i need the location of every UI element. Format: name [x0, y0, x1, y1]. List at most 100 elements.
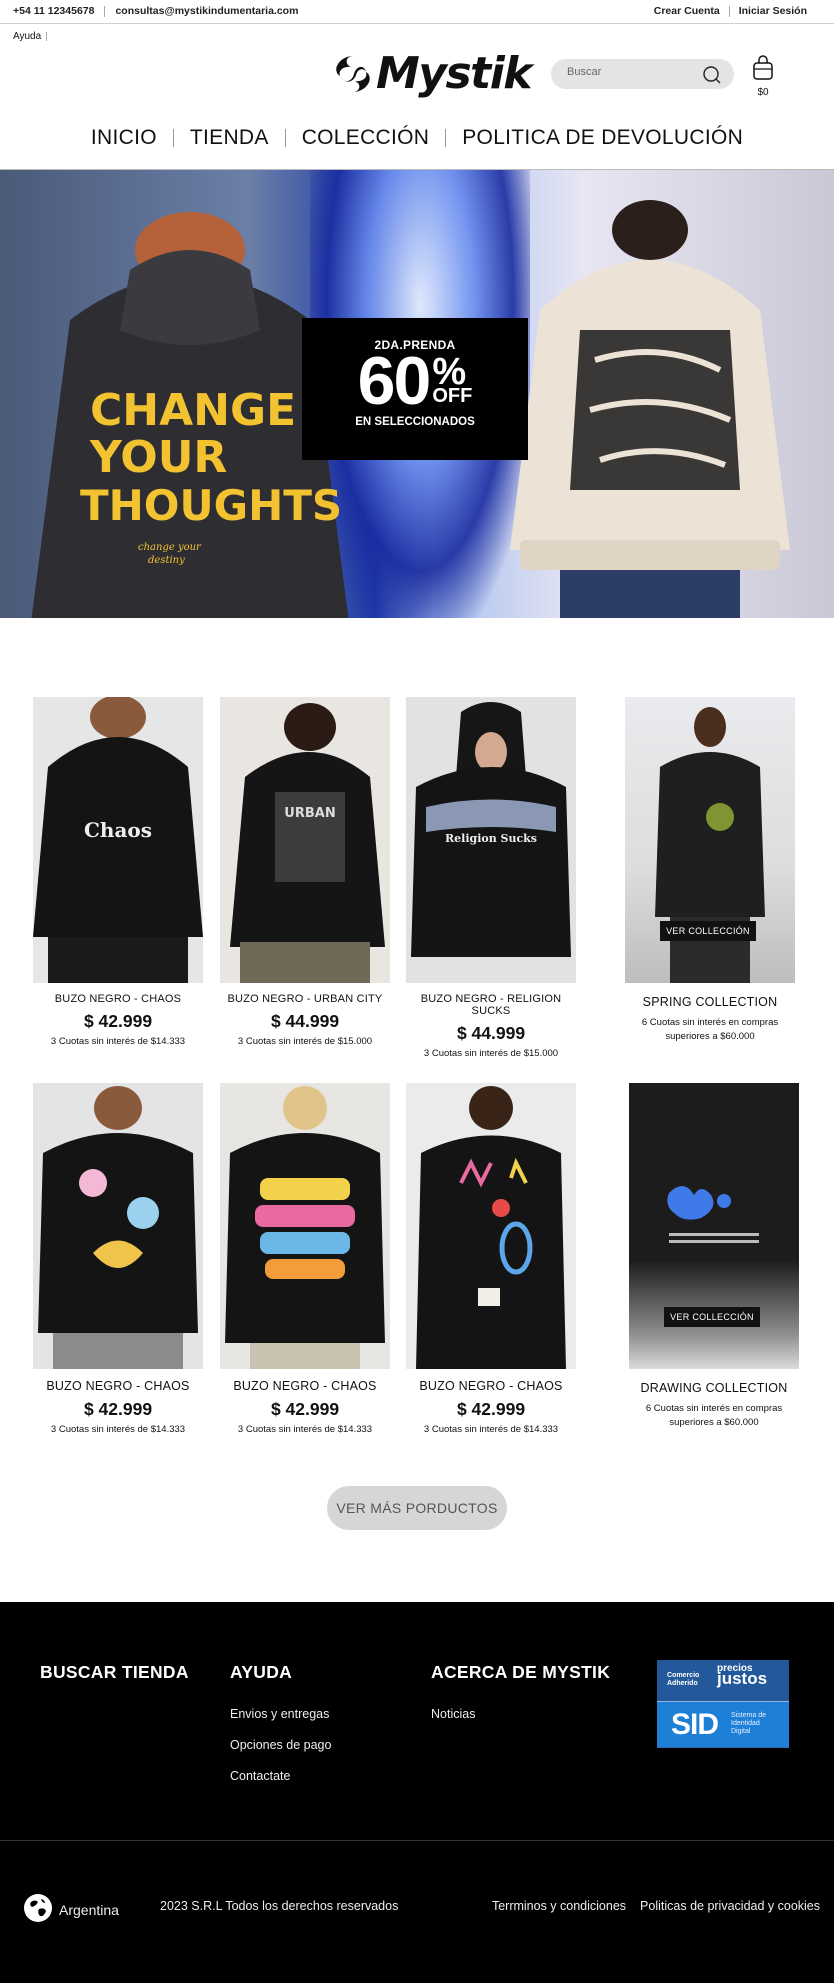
precios-justos-sid-badge[interactable]: Comercio Adherido precios justos SID Siste…	[657, 1660, 789, 1748]
footer-link-noticias[interactable]: Noticias	[431, 1707, 610, 1721]
collection-card[interactable]: VER COLLECCIÓN DRAWING COLLECTION 6 Cuot…	[629, 1083, 799, 1430]
hoodie-print-line1: CHANGE	[90, 385, 296, 436]
top-bar: +54 11 12345678 consultas@mystikindument…	[0, 0, 834, 24]
product-name[interactable]: BUZO NEGRO - CHAOS	[406, 1379, 576, 1393]
product-price: $ 44.999	[456, 1023, 526, 1043]
hoodie-print-sub2: destiny	[148, 555, 185, 566]
footer-link-envios[interactable]: Envios y entregas	[230, 1707, 331, 1721]
collection-image[interactable]: VER COLLECCIÓN	[625, 697, 795, 983]
footer-col-help: AYUDA Envios y entregas Opciones de pago…	[230, 1662, 331, 1800]
product-card[interactable]: URBAN BUZO NEGRO - URBAN CITY $ 44.999 3…	[220, 697, 390, 1047]
badge-comercio: Comercio	[667, 1672, 700, 1679]
nav-inicio[interactable]: INICIO	[75, 126, 173, 150]
phone-link[interactable]: +54 11 12345678	[13, 5, 94, 17]
promo-off: OFF	[432, 385, 473, 407]
collection-installments: 6 Cuotas sin interés en compras superior…	[641, 1017, 779, 1042]
logo-text: Mystik	[376, 48, 533, 99]
product-image[interactable]	[220, 1083, 390, 1369]
country-name: Argentina	[59, 1901, 119, 1918]
help-link[interactable]: Ayuda	[13, 31, 41, 42]
collection-installments: 6 Cuotas sin interés en compras superior…	[645, 1403, 783, 1428]
badge-sid-text3: Digital	[731, 1728, 751, 1735]
product-card[interactable]: Chaos BUZO NEGRO - CHAOS $ 42.999 3 Cuot…	[33, 697, 203, 1047]
divider	[728, 5, 730, 17]
collection-card[interactable]: VER COLLECCIÓN SPRING COLLECTION 6 Cuota…	[625, 697, 795, 1044]
product-name[interactable]: BUZO NEGRO - RELIGION SUCKS	[406, 993, 576, 1017]
promo-discount: 60	[357, 343, 432, 419]
shopping-bag-icon	[752, 55, 774, 85]
cart-button[interactable]: $0	[751, 55, 775, 98]
divider	[104, 5, 106, 17]
nav-politica-devolucion[interactable]: POLITICA DE DEVOLUCIÓN	[446, 126, 759, 150]
product-price: $ 44.999	[270, 1011, 340, 1031]
product-installments: 3 Cuotas sin interés de $14.333	[423, 1424, 559, 1435]
product-installments: 3 Cuotas sin interés de $14.333	[237, 1424, 373, 1435]
badge-justos: justos	[717, 1669, 768, 1688]
product-image[interactable]: Religion Sucks	[406, 697, 576, 983]
login-link[interactable]: Iniciar Sesión	[739, 5, 807, 17]
product-name[interactable]: BUZO NEGRO - CHAOS	[220, 1379, 390, 1393]
product-card[interactable]: Religion Sucks BUZO NEGRO - RELIGION SUC…	[406, 697, 576, 1059]
footer: BUSCAR TIENDA AYUDA Envios y entregas Op…	[0, 1602, 834, 1983]
product-price: $ 42.999	[83, 1399, 153, 1419]
product-card[interactable]: BUZO NEGRO - CHAOS $ 42.999 3 Cuotas sin…	[220, 1083, 390, 1435]
main-nav: INICIO TIENDA COLECCIÓN POLITICA DE DEVO…	[0, 126, 834, 150]
hero-banner[interactable]: CHANGE YOUR THOUGHTS change your destiny…	[0, 169, 834, 618]
divider	[46, 32, 48, 41]
product-name[interactable]: BUZO NEGRO - CHAOS	[33, 993, 203, 1005]
product-image[interactable]	[406, 1083, 576, 1369]
promo-line3: EN SELECCIONADOS	[355, 416, 475, 428]
terms-link[interactable]: Terrminos y condiciones	[492, 1899, 626, 1913]
footer-link-pago[interactable]: Opciones de pago	[230, 1738, 331, 1752]
globe-icon	[23, 1893, 53, 1926]
privacy-link[interactable]: Politicas de privacidad y cookies	[640, 1899, 820, 1913]
product-image[interactable]: Chaos	[33, 697, 203, 983]
product-installments: 3 Cuotas sin interés de $15.000	[423, 1048, 559, 1059]
search-input[interactable]	[567, 66, 697, 78]
footer-col-about: ACERCA DE MYSTIK Noticias	[431, 1662, 610, 1738]
collection-name[interactable]: SPRING COLLECTION	[625, 995, 795, 1009]
product-print: Chaos	[84, 818, 152, 842]
nav-tienda[interactable]: TIENDA	[174, 126, 285, 150]
product-image[interactable]: URBAN	[220, 697, 390, 983]
badge-adherido: Adherido	[667, 1680, 698, 1687]
promo-box: 2DA.PRENDA 60 % OFF EN SELECCIONADOS	[302, 318, 528, 460]
product-image[interactable]	[33, 1083, 203, 1369]
badge-sid-text2: Identidad	[731, 1720, 760, 1727]
product-name[interactable]: BUZO NEGRO - URBAN CITY	[220, 993, 390, 1005]
footer-col-store: BUSCAR TIENDA	[40, 1662, 189, 1683]
hoodie-print-sub1: change your	[138, 542, 202, 553]
product-price: $ 42.999	[270, 1399, 340, 1419]
nav-coleccion[interactable]: COLECCIÓN	[286, 126, 446, 150]
country-selector[interactable]: Argentina	[23, 1893, 119, 1926]
footer-link-contacto[interactable]: Contactate	[230, 1769, 331, 1783]
footer-about-title: ACERCA DE MYSTIK	[431, 1662, 611, 1682]
product-installments: 3 Cuotas sin interés de $14.333	[50, 1424, 186, 1435]
cart-total: $0	[757, 87, 769, 98]
search-bar	[551, 59, 734, 89]
product-price: $ 42.999	[456, 1399, 526, 1419]
badge-sid-text1: Sistema de	[731, 1712, 767, 1719]
footer-help-title: AYUDA	[230, 1662, 293, 1682]
hoodie-print-line2: YOUR	[89, 432, 227, 483]
footer-divider	[0, 1840, 834, 1841]
copyright: 2023 S.R.L Todos los derechos reservados	[160, 1899, 399, 1913]
footer-store-title[interactable]: BUSCAR TIENDA	[40, 1662, 189, 1683]
email-link[interactable]: consultas@mystikindumentaria.com	[115, 5, 298, 17]
collection-image[interactable]: VER COLLECCIÓN	[629, 1083, 799, 1369]
product-price: $ 42.999	[83, 1011, 153, 1031]
product-name[interactable]: BUZO NEGRO - CHAOS	[33, 1379, 203, 1393]
product-installments: 3 Cuotas sin interés de $14.333	[50, 1036, 186, 1047]
badge-sid: SID	[671, 1708, 719, 1741]
collection-name[interactable]: DRAWING COLLECTION	[629, 1381, 799, 1395]
search-icon[interactable]	[702, 65, 722, 90]
view-collection-button[interactable]: VER COLLECCIÓN	[664, 1307, 760, 1327]
product-card[interactable]: BUZO NEGRO - CHAOS $ 42.999 3 Cuotas sin…	[33, 1083, 203, 1435]
view-collection-button[interactable]: VER COLLECCIÓN	[660, 921, 756, 941]
site-logo[interactable]: Mystik	[334, 48, 533, 99]
product-card[interactable]: BUZO NEGRO - CHAOS $ 42.999 3 Cuotas sin…	[406, 1083, 576, 1435]
load-more-button[interactable]: VER MÁS PORDUCTOS	[327, 1486, 507, 1530]
create-account-link[interactable]: Crear Cuenta	[654, 5, 720, 17]
product-print: URBAN	[284, 806, 335, 821]
product-installments: 3 Cuotas sin interés de $15.000	[237, 1036, 373, 1047]
